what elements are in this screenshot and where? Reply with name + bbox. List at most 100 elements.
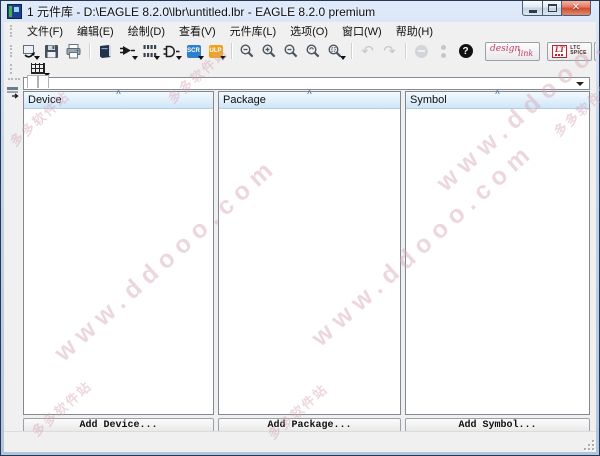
toolbar-grip[interactable] xyxy=(10,45,15,57)
zoom-redraw-button[interactable] xyxy=(304,42,323,61)
stop-icon xyxy=(415,45,428,58)
client-area: 文件(F) 编辑(E) 绘制(D) 查看(V) 元件库(L) 选项(O) 窗口(… xyxy=(4,22,596,452)
zoom-out-button[interactable] xyxy=(282,42,301,61)
maximize-button[interactable] xyxy=(542,1,562,16)
menu-edit[interactable]: 编辑(E) xyxy=(70,22,121,41)
device-list[interactable] xyxy=(24,109,213,414)
sidebar-grip[interactable] xyxy=(8,78,20,83)
minimize-icon xyxy=(529,10,537,13)
undo-button[interactable]: ↶ xyxy=(358,42,377,61)
zoom-dropdown-icon xyxy=(340,56,346,60)
menubar-grip[interactable] xyxy=(10,25,15,37)
caption-buttons: ✕ xyxy=(523,1,591,16)
add-device-toolbar-button[interactable] xyxy=(118,42,137,61)
device-panel-title: Device xyxy=(28,94,62,106)
go-icon xyxy=(441,45,446,58)
table-of-contents-button[interactable] xyxy=(6,86,21,99)
menu-options[interactable]: 选项(O) xyxy=(283,22,335,41)
menu-draw[interactable]: 绘制(D) xyxy=(121,22,172,41)
open-library-dropdown-icon xyxy=(34,56,40,60)
toolbar-separator xyxy=(231,43,233,59)
symbol-sort-ascending-icon[interactable]: ^ xyxy=(495,89,500,98)
toolbar-separator xyxy=(405,43,407,59)
menu-help[interactable]: 帮助(H) xyxy=(389,22,440,41)
tree-node-box xyxy=(27,75,38,88)
tree-node-box xyxy=(38,75,49,88)
library-book-icon xyxy=(97,43,114,60)
design-link-label: design xyxy=(490,45,520,54)
menu-view[interactable]: 查看(V) xyxy=(172,22,223,41)
window-title: 1 元件库 - D:\EAGLE 8.2.0\lbr\untitled.lbr … xyxy=(27,3,375,20)
package-dropdown-icon xyxy=(154,56,160,60)
partner-buttons-group: design link LT LTC SPICE PADS xyxy=(478,42,596,61)
resize-grip[interactable] xyxy=(582,438,595,451)
secondary-toolbar xyxy=(4,62,596,76)
device-panel: Device ^ xyxy=(23,91,214,415)
device-sort-ascending-icon[interactable]: ^ xyxy=(116,89,121,98)
package-list[interactable] xyxy=(219,109,400,414)
ltspice-label: LTC SPICE xyxy=(570,46,587,56)
maximize-icon xyxy=(548,4,557,12)
print-icon xyxy=(65,43,82,60)
run-script-button[interactable]: SCR xyxy=(184,42,203,61)
save-icon xyxy=(43,43,60,60)
undo-icon: ↶ xyxy=(361,44,374,59)
close-icon: ✕ xyxy=(572,3,580,13)
titlebar[interactable]: 1 元件库 - D:\EAGLE 8.2.0\lbr\untitled.lbr … xyxy=(4,2,479,21)
package-column-header[interactable]: Package ^ xyxy=(219,92,400,109)
symbol-dropdown-icon xyxy=(176,56,182,60)
ltspice-button[interactable]: LT LTC SPICE xyxy=(547,42,592,61)
zoom-fit-icon xyxy=(239,43,256,60)
main-toolbar: SCR ULP xyxy=(4,40,596,62)
ltspice-logo-icon: LT xyxy=(552,45,567,58)
left-sidebar xyxy=(4,76,24,432)
menu-file[interactable]: 文件(F) xyxy=(20,22,70,41)
package-sort-ascending-icon[interactable]: ^ xyxy=(307,89,312,98)
package-panel: Package ^ xyxy=(218,91,401,415)
help-icon: ? xyxy=(459,44,473,58)
open-library-button[interactable] xyxy=(20,42,39,61)
package-panel-title: Package xyxy=(223,94,266,106)
add-symbol-toolbar-button[interactable] xyxy=(162,42,181,61)
help-button[interactable]: ? xyxy=(456,42,475,61)
design-link-button[interactable]: design link xyxy=(485,42,540,61)
ulp-dropdown-icon xyxy=(220,56,226,60)
script-dropdown-icon xyxy=(198,56,204,60)
table-arrow-icon xyxy=(6,86,21,99)
run-ulp-button[interactable]: ULP xyxy=(206,42,225,61)
device-dropdown-icon xyxy=(132,56,138,60)
symbol-column-header[interactable]: Symbol ^ xyxy=(406,92,589,109)
statusbar xyxy=(4,431,596,452)
save-button[interactable] xyxy=(42,42,61,61)
go-button[interactable] xyxy=(434,42,453,61)
library-manager-button[interactable] xyxy=(96,42,115,61)
symbol-panel-title: Symbol xyxy=(410,94,447,106)
menubar: 文件(F) 编辑(E) 绘制(D) 查看(V) 元件库(L) 选项(O) 窗口(… xyxy=(4,22,596,40)
symbol-list[interactable] xyxy=(406,109,589,414)
grid-button[interactable] xyxy=(31,63,49,76)
menu-window[interactable]: 窗口(W) xyxy=(335,22,389,41)
zoom-in-button[interactable] xyxy=(260,42,279,61)
zoom-redraw-icon xyxy=(305,43,322,60)
redo-icon: ↷ xyxy=(383,44,396,59)
combo-dropdown-icon[interactable] xyxy=(576,82,584,86)
menu-library[interactable]: 元件库(L) xyxy=(223,22,283,41)
eagle-library-app-icon xyxy=(7,4,22,19)
symbol-panel: Symbol ^ xyxy=(405,91,590,415)
close-button[interactable]: ✕ xyxy=(561,1,591,16)
add-package-toolbar-button[interactable] xyxy=(140,42,159,61)
print-button[interactable] xyxy=(64,42,83,61)
zoom-fit-button[interactable] xyxy=(238,42,257,61)
zoom-out-icon xyxy=(283,43,300,60)
ltspice-dropdown-button[interactable] xyxy=(594,42,596,61)
stop-button[interactable] xyxy=(412,42,431,61)
design-link-label2: link xyxy=(518,50,533,58)
application-window: 1 元件库 - D:\EAGLE 8.2.0\lbr\untitled.lbr … xyxy=(0,0,600,456)
secondary-toolbar-grip[interactable] xyxy=(10,64,15,74)
zoom-select-button[interactable] xyxy=(326,42,345,61)
zoom-in-icon xyxy=(261,43,278,60)
redo-button[interactable]: ↷ xyxy=(380,42,399,61)
minimize-button[interactable] xyxy=(522,1,543,16)
device-column-header[interactable]: Device ^ xyxy=(24,92,213,109)
grid-icon xyxy=(31,63,45,74)
